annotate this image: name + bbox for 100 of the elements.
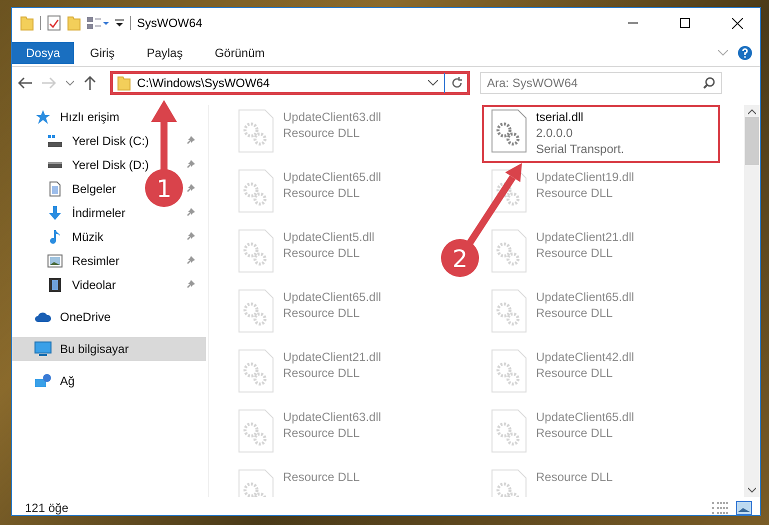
file-gears-icon: [490, 289, 528, 333]
file-description: Resource DLL: [536, 185, 614, 201]
network-icon: [34, 373, 52, 389]
computer-icon: [34, 341, 52, 357]
toolbar-customize-icon[interactable]: [87, 16, 109, 30]
file-gears-icon: [490, 169, 528, 213]
file-description: Resource DLL: [283, 185, 361, 201]
file-name: UpdateClient65.dll: [536, 289, 634, 305]
nav-item[interactable]: Belgeler: [46, 181, 116, 197]
large-icons-view-icon[interactable]: [736, 501, 752, 515]
search-icon: [703, 77, 715, 89]
window-title: SysWOW64: [137, 16, 204, 30]
document-icon: [47, 181, 63, 197]
nav-item[interactable]: Videolar: [46, 277, 116, 293]
chevron-down-icon[interactable]: [428, 80, 438, 86]
properties-icon[interactable]: [47, 15, 61, 31]
pin-icon[interactable]: [186, 207, 196, 217]
file-name: UpdateClient5.dll: [283, 229, 374, 245]
file-description: Resource DLL: [283, 305, 361, 321]
folder-icon: [117, 75, 131, 91]
file-gears-icon: [237, 289, 275, 333]
file-name: UpdateClient65.dll: [283, 169, 382, 185]
minimize-icon: [628, 22, 638, 24]
item-count: 121 öğe: [25, 501, 68, 515]
nav-item[interactable]: Yerel Disk (C:): [46, 134, 149, 148]
file-description: Resource DLL: [536, 469, 613, 485]
pin-icon[interactable]: [186, 279, 196, 289]
pin-icon[interactable]: [186, 255, 196, 265]
file-description: Serial Transport.: [536, 141, 624, 157]
folder-icon: [20, 15, 34, 31]
nav-item[interactable]: Bu bilgisayar: [34, 341, 129, 357]
nav-item[interactable]: Yerel Disk (D:): [46, 158, 149, 172]
file-name: UpdateClient63.dll: [283, 109, 382, 125]
refresh-icon[interactable]: [451, 77, 463, 89]
file-name: UpdateClient65.dll: [536, 409, 634, 425]
ribbon-tab[interactable]: Görünüm: [198, 42, 281, 64]
scrollbar-thumb[interactable]: [745, 117, 759, 165]
dropdown-icon[interactable]: [115, 19, 124, 27]
address-bar[interactable]: C:\Windows\SysWOW64: [110, 71, 470, 95]
numbered-arrow-callout: 2: [441, 163, 522, 277]
file-version: 2.0.0.0: [536, 125, 574, 141]
details-view-icon[interactable]: [712, 501, 728, 515]
scroll-up-icon[interactable]: [748, 109, 756, 115]
file-name: UpdateClient42.dll: [536, 349, 634, 365]
film-icon: [47, 277, 63, 293]
maximize-icon: [680, 18, 690, 28]
cloud-icon: [34, 310, 52, 324]
file-gears-icon: [237, 109, 275, 153]
back-button[interactable]: [18, 77, 32, 89]
nav-item[interactable]: Hızlı erişim: [34, 109, 120, 125]
ribbon-tab[interactable]: Giriş: [74, 42, 131, 64]
file-name: UpdateClient19.dll: [536, 169, 634, 185]
pin-icon[interactable]: [186, 183, 196, 193]
file-description: Resource DLL: [536, 425, 614, 441]
file-gears-icon: [237, 409, 275, 453]
file-description: Resource DLL: [283, 125, 361, 141]
new-folder-icon[interactable]: [67, 15, 81, 31]
file-description: Resource DLL: [536, 305, 614, 321]
download-arrow-icon: [47, 205, 63, 221]
file-gears-icon: [490, 109, 528, 153]
nav-item[interactable]: OneDrive: [34, 310, 111, 324]
search-placeholder: Ara: SysWOW64: [487, 76, 578, 90]
file-gears-icon: [490, 229, 528, 273]
star-icon: [35, 109, 51, 125]
file-name: UpdateClient65.dll: [283, 289, 382, 305]
file-name: UpdateClient63.dll: [283, 409, 382, 425]
pin-icon[interactable]: [186, 135, 196, 145]
nav-item[interactable]: Resimler: [46, 253, 120, 269]
file-description: Resource DLL: [283, 469, 360, 485]
scrollbar[interactable]: [744, 105, 760, 497]
file-gears-icon: [237, 169, 275, 213]
file-gears-icon: [237, 349, 275, 393]
drive-icon: [48, 135, 62, 147]
ribbon-tab[interactable]: Paylaş: [130, 42, 199, 64]
file-gears-icon: [490, 349, 528, 393]
nav-item[interactable]: Ağ: [34, 373, 75, 389]
file-name: UpdateClient21.dll: [283, 349, 382, 365]
file-gears-icon: [490, 409, 528, 453]
nav-item[interactable]: İndirmeler: [46, 205, 126, 221]
recent-locations-button[interactable]: [66, 80, 74, 86]
file-name: UpdateClient21.dll: [536, 229, 634, 245]
pin-icon[interactable]: [186, 159, 196, 169]
file-description: Resource DLL: [283, 425, 361, 441]
scroll-down-icon[interactable]: [748, 487, 756, 493]
file-menu-tab[interactable]: Dosya: [12, 42, 74, 64]
up-button[interactable]: [84, 76, 96, 90]
picture-icon: [47, 253, 63, 269]
help-icon[interactable]: [738, 46, 752, 60]
file-description: Resource DLL: [536, 245, 614, 261]
file-item[interactable]: tserial.dll 2.0.0.0 Serial Transport.: [482, 105, 720, 163]
file-gears-icon: [237, 229, 275, 273]
address-path: C:\Windows\SysWOW64: [137, 76, 271, 90]
nav-item[interactable]: Müzik: [46, 229, 104, 245]
file-name: tserial.dll: [536, 109, 584, 125]
drive-icon: [48, 162, 62, 168]
search-field[interactable]: Ara: SysWOW64: [480, 72, 722, 94]
pin-icon[interactable]: [186, 231, 196, 241]
file-description: Resource DLL: [536, 365, 614, 381]
file-description: Resource DLL: [283, 245, 361, 261]
file-description: Resource DLL: [283, 365, 361, 381]
